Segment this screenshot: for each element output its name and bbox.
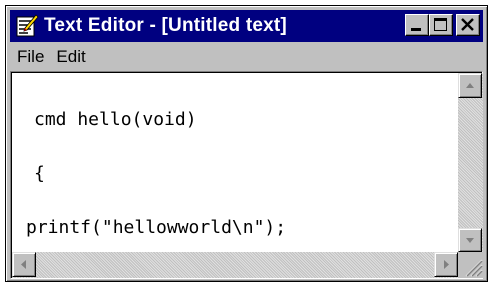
title-bar-buttons (405, 14, 480, 36)
resize-grip-icon (465, 259, 483, 277)
code-line: printf("hellowworld\n"); (26, 217, 287, 238)
scroll-left-button[interactable] (12, 252, 36, 277)
text-editor-app-icon (16, 14, 39, 37)
resize-grip[interactable] (458, 252, 483, 278)
maximize-icon (434, 18, 447, 31)
menu-edit[interactable]: Edit (50, 47, 91, 67)
scroll-up-button[interactable] (458, 73, 482, 98)
arrow-down-icon (466, 238, 474, 243)
editor-frame: cmd hello(void) { printf("hellowworld\n"… (10, 71, 483, 279)
maximize-button[interactable] (429, 14, 453, 36)
text-editor-window: Text Editor - [Untitled text] File Edit … (5, 5, 488, 282)
arrow-left-icon (21, 260, 26, 269)
code-line: { (34, 163, 45, 184)
scroll-right-button[interactable] (434, 252, 458, 277)
arrow-right-icon (444, 260, 449, 269)
close-button[interactable] (456, 14, 480, 36)
minimize-icon (411, 28, 421, 31)
arrow-up-icon (466, 83, 474, 88)
text-editing-area[interactable]: cmd hello(void) { printf("hellowworld\n"… (12, 73, 458, 252)
close-icon (461, 18, 474, 31)
menu-file[interactable]: File (10, 47, 50, 67)
editor-inner: cmd hello(void) { printf("hellowworld\n"… (11, 72, 483, 278)
title-bar[interactable]: Text Editor - [Untitled text] (10, 10, 483, 42)
horizontal-scrollbar[interactable] (12, 252, 458, 278)
scroll-down-button[interactable] (458, 228, 482, 252)
minimize-button[interactable] (405, 14, 429, 36)
code-line: cmd hello(void) (34, 109, 197, 130)
vertical-scrollbar[interactable] (458, 73, 483, 252)
window-title: Text Editor - [Untitled text] (44, 15, 287, 36)
menu-bar: File Edit (10, 44, 483, 70)
